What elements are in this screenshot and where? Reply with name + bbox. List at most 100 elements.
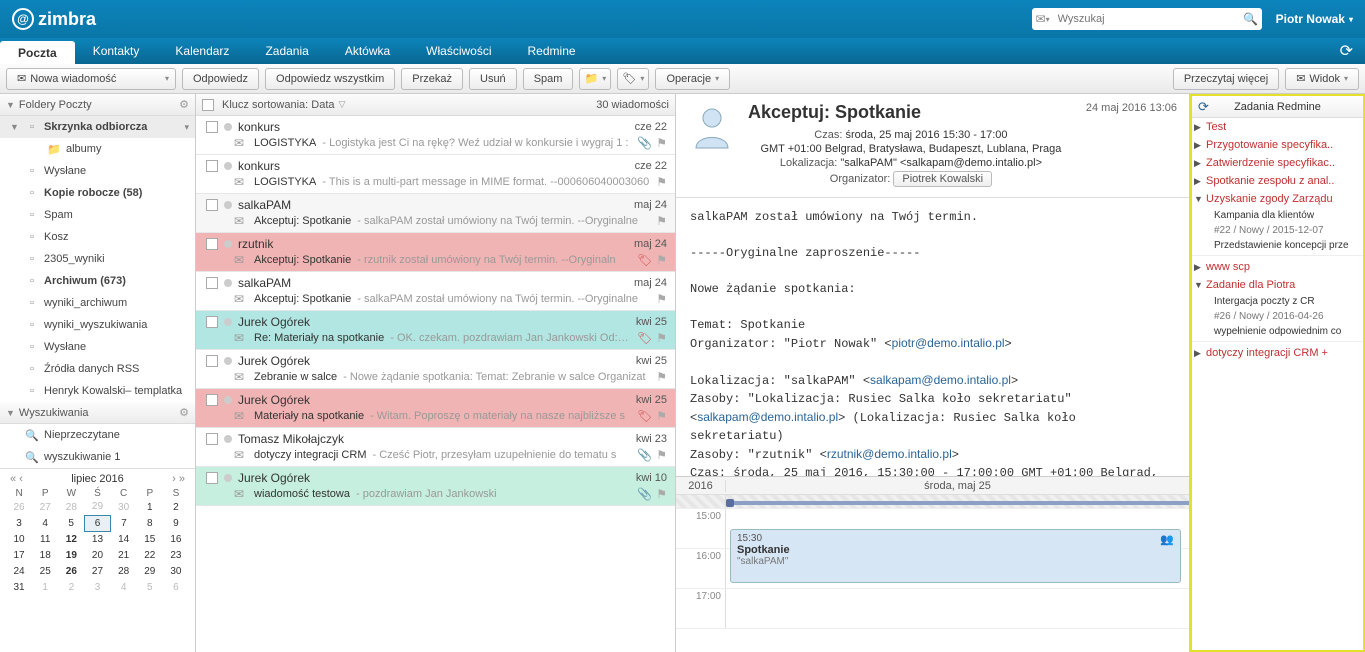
redmine-item[interactable]: ▶dotyczy integracji CRM + <box>1192 344 1363 362</box>
nav-tab-kontakty[interactable]: Kontakty <box>75 38 158 64</box>
redmine-item[interactable]: ▶Spotkanie zespołu z anal.. <box>1192 172 1363 190</box>
compose-button[interactable]: ✉ Nowa wiadomość <box>6 68 176 90</box>
nav-tab-właściwości[interactable]: Właściwości <box>408 38 509 64</box>
message-item[interactable]: rzutnikmaj 24✉Akceptuj: Spotkanie - rzut… <box>196 233 675 272</box>
cal-day[interactable]: 24 <box>6 563 32 579</box>
cal-day[interactable]: 11 <box>32 531 58 547</box>
folder-item[interactable]: ▫Kopie robocze (58) <box>0 182 195 204</box>
search-icon[interactable]: 🔍 <box>1240 12 1262 26</box>
cal-day[interactable]: 28 <box>58 499 84 515</box>
message-item[interactable]: salkaPAMmaj 24✉Akceptuj: Spotkanie - sal… <box>196 194 675 233</box>
folder-item[interactable]: ▫wyniki_archiwum <box>0 292 195 314</box>
cal-day[interactable]: 5 <box>137 579 163 595</box>
msg-checkbox[interactable] <box>206 316 218 328</box>
flag-icon[interactable]: ⚑ <box>656 448 667 462</box>
cal-prev[interactable]: « ‹ <box>6 473 27 485</box>
nav-tab-kalendarz[interactable]: Kalendarz <box>157 38 247 64</box>
cal-day[interactable]: 18 <box>32 547 58 563</box>
folder-item[interactable]: ▫Wysłane <box>0 160 195 182</box>
cal-day[interactable]: 2 <box>58 579 84 595</box>
cal-day[interactable]: 8 <box>137 515 163 531</box>
nav-refresh-icon[interactable]: ⟳ <box>1328 38 1365 64</box>
cal-day[interactable]: 22 <box>137 547 163 563</box>
message-item[interactable]: Tomasz Mikołajczykkwi 23✉dotyczy integra… <box>196 428 675 467</box>
cal-day[interactable]: 4 <box>111 579 137 595</box>
nav-tab-zadania[interactable]: Zadania <box>247 38 326 64</box>
message-item[interactable]: Jurek Ogórekkwi 25✉Re: Materiały na spot… <box>196 311 675 350</box>
cal-day[interactable]: 1 <box>32 579 58 595</box>
redmine-item[interactable]: ▶Test <box>1192 118 1363 136</box>
folder-item[interactable]: ▫Archiwum (673) <box>0 270 195 292</box>
nav-tab-aktówka[interactable]: Aktówka <box>327 38 408 64</box>
cal-day[interactable]: 6 <box>163 579 189 595</box>
folder-item[interactable]: 📁albumy <box>0 138 195 160</box>
cal-day[interactable]: 15 <box>137 531 163 547</box>
flag-icon[interactable]: ⚑ <box>656 487 667 501</box>
redmine-item[interactable]: ▶Zatwierdzenie specyfikac.. <box>1192 154 1363 172</box>
cal-day[interactable]: 19 <box>58 547 84 563</box>
email-link[interactable]: salkapam@demo.intalio.pl <box>697 410 838 424</box>
message-item[interactable]: salkaPAMmaj 24✉Akceptuj: Spotkanie - sal… <box>196 272 675 311</box>
flag-icon[interactable]: ⚑ <box>656 370 667 384</box>
cal-day[interactable]: 3 <box>84 579 110 595</box>
saved-search-item[interactable]: 🔍Nieprzeczytane <box>0 424 195 446</box>
message-item[interactable]: Jurek Ogórekkwi 25✉Zebranie w salce - No… <box>196 350 675 389</box>
cal-day[interactable]: 12 <box>58 531 84 547</box>
cal-day[interactable]: 27 <box>32 499 58 515</box>
reply-button[interactable]: Odpowiedz <box>182 68 259 90</box>
calendar-event[interactable]: 👥15:30Spotkanie"salkaPAM" <box>730 529 1181 583</box>
cal-day[interactable]: 9 <box>163 515 189 531</box>
cal-day[interactable]: 28 <box>111 563 137 579</box>
user-menu[interactable]: Piotr Nowak ▾ <box>1276 12 1353 26</box>
cal-day[interactable]: 26 <box>58 563 84 579</box>
message-item[interactable]: Jurek Ogórekkwi 25✉Materiały na spotkani… <box>196 389 675 428</box>
flag-icon[interactable]: ⚑ <box>656 214 667 228</box>
cal-day[interactable]: 26 <box>6 499 32 515</box>
redmine-item[interactable]: ▼Uzyskanie zgody Zarządu <box>1192 190 1363 208</box>
email-link[interactable]: rzutnik@demo.intalio.pl <box>827 447 952 461</box>
sort-label[interactable]: Klucz sortowania: Data <box>222 99 335 111</box>
msg-checkbox[interactable] <box>206 355 218 367</box>
redmine-item[interactable]: ▶www scp <box>1192 258 1363 276</box>
cal-day[interactable]: 27 <box>84 563 110 579</box>
delete-button[interactable]: Usuń <box>469 68 517 90</box>
cal-day[interactable]: 6 <box>84 515 110 531</box>
folder-item[interactable]: ▫Henryk Kowalski– templatka <box>0 380 195 402</box>
folder-item[interactable]: ▫2305_wyniki <box>0 248 195 270</box>
cal-day[interactable]: 29 <box>137 563 163 579</box>
actions-button[interactable]: Operacje ▾ <box>655 68 730 90</box>
cal-day[interactable]: 10 <box>6 531 32 547</box>
cal-day[interactable]: 2 <box>163 499 189 515</box>
email-link[interactable]: salkapam@demo.intalio.pl <box>870 373 1011 387</box>
cal-day[interactable]: 20 <box>84 547 110 563</box>
flag-icon[interactable]: ⚑ <box>656 331 667 345</box>
msg-checkbox[interactable] <box>206 160 218 172</box>
gear-icon[interactable]: ⚙ <box>179 98 189 111</box>
redmine-item[interactable]: ▼Zadanie dla Piotra <box>1192 276 1363 294</box>
flag-icon[interactable]: ⚑ <box>656 409 667 423</box>
folder-item[interactable]: ▫Kosz <box>0 226 195 248</box>
cal-day[interactable]: 29 <box>84 499 110 515</box>
cal-day[interactable]: 17 <box>6 547 32 563</box>
gear-icon[interactable]: ⚙ <box>179 406 189 419</box>
nav-tab-redmine[interactable]: Redmine <box>510 38 594 64</box>
searches-header[interactable]: ▼ Wyszukiwania ⚙ <box>0 402 195 424</box>
read-more-button[interactable]: Przeczytaj więcej <box>1173 68 1279 90</box>
cal-day[interactable]: 30 <box>163 563 189 579</box>
folder-move-button[interactable]: 📁▾ <box>579 68 611 90</box>
message-item[interactable]: konkurscze 22✉LOGISTYKA - This is a mult… <box>196 155 675 194</box>
select-all-checkbox[interactable] <box>202 99 214 111</box>
organizer-button[interactable]: Piotrek Kowalski <box>893 171 992 187</box>
cal-day[interactable]: 23 <box>163 547 189 563</box>
cal-day[interactable]: 5 <box>58 515 84 531</box>
reply-all-button[interactable]: Odpowiedz wszystkim <box>265 68 395 90</box>
cal-day[interactable]: 1 <box>137 499 163 515</box>
cal-next[interactable]: › » <box>168 473 189 485</box>
folder-item[interactable]: ▫Wysłane <box>0 336 195 358</box>
folder-item[interactable]: ▫Spam <box>0 204 195 226</box>
redmine-item[interactable]: ▶Przygotowanie specyfika.. <box>1192 136 1363 154</box>
flag-icon[interactable]: ⚑ <box>656 136 667 150</box>
cal-day[interactable]: 31 <box>6 579 32 595</box>
view-button[interactable]: ✉ Widok ▾ <box>1285 68 1359 90</box>
msg-checkbox[interactable] <box>206 238 218 250</box>
